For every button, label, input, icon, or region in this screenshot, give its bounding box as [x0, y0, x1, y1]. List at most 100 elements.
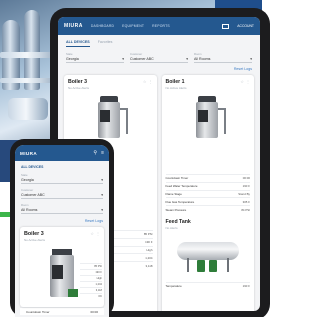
phone-reading-row: Countdown Timer 00:00: [20, 307, 104, 316]
reading-value: 85 PSI: [143, 232, 153, 237]
tank-leg: [226, 257, 229, 272]
card-actions: ☆ ⋮: [90, 231, 100, 236]
star-icon[interactable]: ☆: [240, 79, 244, 84]
boiler-pipe: [126, 108, 129, 134]
card-side-values: 85 PSI 190 F High 1,204 3,118 OK: [80, 263, 102, 299]
phone-logo[interactable]: MIURA: [20, 151, 37, 156]
reading-row: Feed Water Temperature 190 F: [165, 181, 250, 190]
phone-device-card-boiler-3[interactable]: Boiler 3 No Active Alerts ☆ ⋮ 85 PSI 190…: [20, 227, 104, 307]
reading-row: Flue Gas Temperature 305 F: [165, 197, 250, 205]
boiler-control-panel: [52, 265, 63, 279]
filter-state[interactable]: State Georgia ▾: [66, 52, 124, 63]
reading-row: Flame Stage Stand By: [165, 189, 250, 198]
reading-label: Flue Gas Temperature: [165, 199, 195, 204]
star-icon[interactable]: ☆: [90, 231, 94, 236]
more-icon[interactable]: ⋮: [246, 79, 250, 84]
boiler-illustration: [188, 96, 228, 140]
boiler-pipe: [223, 108, 226, 134]
phone-filter-state[interactable]: State Georgia ▾: [15, 171, 109, 186]
reading-value: 190 F: [145, 240, 153, 245]
filter-room[interactable]: Room All Rooms ▾: [194, 52, 252, 63]
boiler-pump: [68, 289, 78, 297]
reading-value: 305 F: [242, 199, 250, 204]
reading-value: 190 F: [242, 184, 250, 189]
card-actions: ☆ ⋮: [240, 79, 250, 84]
mail-icon[interactable]: [222, 23, 230, 29]
nav-account[interactable]: ACCOUNT: [237, 24, 254, 28]
chevron-down-icon: ▾: [250, 57, 252, 61]
phone-filter-room[interactable]: Room All Rooms ▾: [15, 201, 109, 216]
card-title: Boiler 3: [68, 79, 88, 85]
reading-row: Steam Pressure 84 PSI: [165, 205, 250, 213]
filter-state-select[interactable]: Georgia ▾: [66, 56, 124, 63]
tablet-tabs: ALL DEVICES Favorites: [58, 35, 260, 49]
chevron-down-icon: ▾: [101, 208, 103, 212]
reading-value: 3,118: [145, 263, 153, 268]
search-icon[interactable]: ⚲: [93, 150, 97, 156]
tank-pump: [208, 259, 217, 272]
nav-dashboard[interactable]: DASHBOARD: [91, 24, 114, 28]
background-pipe: [8, 98, 48, 120]
reading-value: Stand By: [238, 191, 250, 196]
reading-label: Temperature: [165, 284, 182, 289]
reading-label: Countdown Timer: [165, 176, 189, 181]
reading-value: 00:00: [90, 309, 98, 314]
filter-customer[interactable]: Customer Customer ABC ▾: [130, 52, 188, 63]
reading-row: Temperature 190 F: [165, 281, 250, 290]
reading-label: Countdown Timer: [26, 309, 50, 314]
reading-label: Feed Water Temperature: [165, 184, 198, 189]
nav-reports[interactable]: REPORTS: [152, 24, 170, 28]
reading-label: Steam Pressure: [165, 207, 187, 212]
more-icon[interactable]: ⋮: [149, 79, 153, 84]
tab-favorites[interactable]: Favorites: [98, 40, 113, 47]
card-title: Boiler 1: [165, 79, 185, 85]
phone-filter-customer[interactable]: Customer Customer ABC ▾: [15, 186, 109, 201]
phone-top-nav: MIURA ⚲ ≡: [15, 145, 109, 161]
filter-customer-value: Customer ABC: [130, 57, 154, 61]
card-subtitle: No Active Alerts: [24, 238, 46, 242]
filter-room-value: All Rooms: [21, 208, 38, 212]
chevron-down-icon: ▾: [122, 57, 124, 61]
feed-tank-section[interactable]: Feed Tank No Alerts Temperature 190 F: [165, 219, 250, 290]
card-subtitle: No Active Alerts: [165, 86, 187, 90]
filter-room-select[interactable]: All Rooms ▾: [21, 207, 103, 214]
side-value: OK: [80, 293, 102, 299]
reset-logs-link[interactable]: Reset Logs: [58, 66, 260, 75]
feed-tank-subtitle: No Alerts: [165, 225, 178, 230]
reading-value: 190 F: [242, 284, 250, 289]
phone-device: MIURA ⚲ ≡ ALL DEVICES State Georgia ▾ Cus…: [10, 139, 114, 317]
filter-room-select[interactable]: All Rooms ▾: [194, 56, 252, 63]
nav-equipment[interactable]: EQUIPMENT: [122, 24, 144, 28]
card-readings: Countdown Timer 00:00 Feed Water Temperat…: [165, 174, 250, 213]
device-card-boiler-1[interactable]: Boiler 1 No Active Alerts ☆ ⋮ Countdown …: [161, 75, 254, 311]
reading-value: 84 PSI: [241, 207, 250, 212]
filter-room-value: All Rooms: [194, 57, 211, 61]
reading-value: 1,204: [145, 255, 153, 260]
star-icon[interactable]: ☆: [143, 79, 147, 84]
reset-logs-link[interactable]: Reset Logs: [15, 216, 109, 227]
filter-customer-select[interactable]: Customer ABC ▾: [21, 192, 103, 199]
boiler-control-panel: [197, 110, 208, 122]
tablet-top-nav: MIURA DASHBOARD EQUIPMENT REPORTS ACCOUN…: [58, 17, 260, 35]
reading-row: Countdown Timer 00:00: [165, 174, 250, 182]
more-icon[interactable]: ⋮: [96, 231, 100, 236]
filter-customer-value: Customer ABC: [21, 193, 45, 197]
tablet-logo[interactable]: MIURA: [64, 23, 83, 29]
filter-customer-select[interactable]: Customer ABC ▾: [130, 56, 188, 63]
boiler-illustration: [90, 96, 130, 140]
reading-label: Flame Stage: [165, 191, 182, 196]
chevron-down-icon: ▾: [186, 57, 188, 61]
tab-all-devices[interactable]: ALL DEVICES: [66, 40, 90, 47]
card-title: Boiler 3: [24, 231, 44, 237]
card-subtitle: No Active Alerts: [68, 86, 90, 90]
phone-tab-all-devices[interactable]: ALL DEVICES: [15, 161, 109, 171]
filter-state-select[interactable]: Georgia ▾: [21, 177, 103, 184]
filter-state-value: Georgia: [66, 57, 79, 61]
chevron-down-icon: ▾: [101, 193, 103, 197]
chevron-down-icon: ▾: [101, 178, 103, 182]
boiler-control-panel: [100, 110, 111, 122]
tablet-filters: State Georgia ▾ Customer Customer ABC ▾ Ro…: [58, 49, 260, 66]
reading-value: 00:00: [242, 176, 250, 181]
tank-pump: [196, 259, 205, 272]
menu-icon[interactable]: ≡: [101, 150, 104, 156]
